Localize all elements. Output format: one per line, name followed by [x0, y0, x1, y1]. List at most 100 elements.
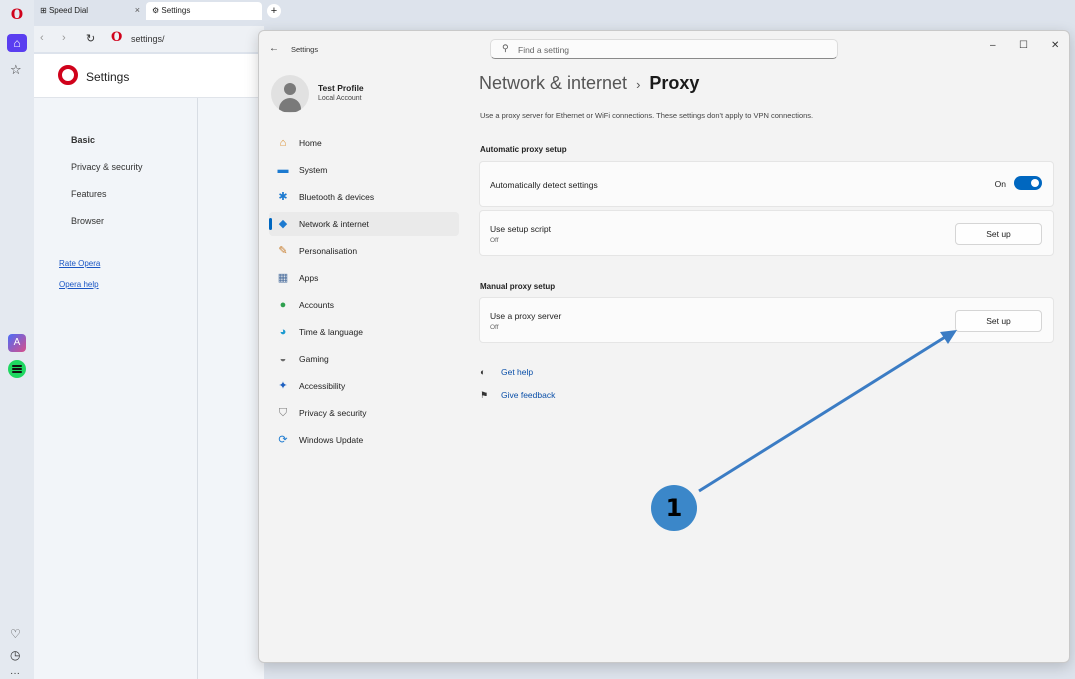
more-icon[interactable]: ···: [10, 668, 20, 679]
toggle-state-text: On: [994, 179, 1006, 189]
accessibility-icon: ✦: [278, 380, 288, 392]
wifi-icon: ◆: [278, 218, 288, 230]
opera-sidebar: O ⌂ ☆ A ♡ ◷ ···: [0, 0, 34, 679]
tab-label: Speed Dial: [48, 6, 89, 15]
help-chat-icon: ◐: [480, 367, 486, 377]
back-icon[interactable]: ‹: [40, 32, 44, 44]
avatar[interactable]: [271, 75, 309, 113]
address-input[interactable]: settings/: [131, 34, 165, 44]
setup-script-label: Use setup script: [490, 224, 551, 234]
sidebar-item-accessibility[interactable]: ✦ Accessibility: [269, 374, 459, 398]
section-title-automatic: Automatic proxy setup: [480, 145, 567, 154]
sidebar-item-label: Home: [299, 138, 322, 148]
nav-basic[interactable]: Basic: [71, 135, 95, 145]
opera-settings-nav: Basic Privacy & security Features Browse…: [34, 98, 198, 679]
sidebar-item-apps[interactable]: ▦ Apps: [269, 266, 459, 290]
home-icon: ⌂: [279, 137, 287, 149]
gear-icon: ⚙: [152, 6, 160, 15]
minimize-icon[interactable]: –: [990, 40, 996, 51]
search-input[interactable]: ⚲ Find a setting: [490, 39, 838, 59]
sidebar-item-privacy[interactable]: ⛉ Privacy & security: [269, 401, 459, 425]
sidebar-item-accounts[interactable]: ● Accounts: [269, 293, 459, 317]
breadcrumb: Network & internet › Proxy: [479, 73, 699, 94]
setup-script-state: Off: [490, 237, 499, 244]
sidebar-item-gaming[interactable]: ◒ Gaming: [269, 347, 459, 371]
rate-opera-link[interactable]: Rate Opera: [59, 259, 100, 268]
page-description: Use a proxy server for Ethernet or WiFi …: [480, 111, 814, 120]
setup-script-card: Use setup script Off Set up: [479, 210, 1054, 256]
sidebar-item-label: Accessibility: [299, 381, 346, 391]
sidebar-item-label: Gaming: [299, 354, 329, 364]
sidebar-item-label: Bluetooth & devices: [299, 192, 375, 202]
search-icon: ⚲: [502, 43, 509, 53]
opera-logo-icon: O: [111, 30, 123, 45]
sidebar-item-network[interactable]: ◆ Network & internet: [269, 212, 459, 236]
opera-logo-icon: [58, 65, 78, 85]
address-bar: ‹ › ↻ O settings/: [34, 26, 264, 52]
sidebar-item-label: Personalisation: [299, 246, 358, 256]
proxy-server-state: Off: [490, 324, 499, 331]
auto-detect-toggle[interactable]: [1014, 176, 1042, 190]
search-placeholder: Find a setting: [518, 45, 570, 55]
bluetooth-icon: ✱: [278, 191, 288, 203]
gamepad-icon: ◒: [279, 353, 287, 365]
tab-strip: ⊞ Speed Dial × ⚙ Settings +: [34, 0, 1075, 22]
forward-icon[interactable]: ›: [62, 32, 66, 44]
history-icon[interactable]: ◷: [10, 648, 20, 662]
nav-browser[interactable]: Browser: [71, 216, 104, 226]
brush-icon: ✎: [278, 245, 288, 257]
maximize-icon[interactable]: ☐: [1019, 40, 1028, 51]
opera-logo-icon[interactable]: O: [9, 7, 25, 23]
give-feedback-label: Give feedback: [501, 390, 556, 400]
opera-help-link[interactable]: Opera help: [59, 280, 99, 289]
give-feedback-link[interactable]: ⚑ Give feedback: [480, 390, 555, 401]
back-arrow-icon[interactable]: ←: [269, 43, 279, 54]
sidebar-item-label: Network & internet: [299, 219, 369, 229]
get-help-link[interactable]: ◐ Get help: [480, 367, 533, 377]
person-icon: ●: [279, 299, 287, 311]
sidebar-item-system[interactable]: ▬ System: [269, 158, 459, 182]
windows-settings-window: ← Settings ⚲ Find a setting – ☐ ✕ Test P…: [258, 30, 1070, 663]
proxy-setup-button[interactable]: Set up: [955, 310, 1042, 332]
section-title-manual: Manual proxy setup: [480, 282, 556, 291]
nav-features[interactable]: Features: [71, 189, 107, 199]
spotify-icon[interactable]: [8, 360, 26, 378]
opera-settings-page: Settings Basic Privacy & security Featur…: [34, 54, 264, 679]
sidebar-item-personalisation[interactable]: ✎ Personalisation: [269, 239, 459, 263]
sidebar-item-time-language[interactable]: ◕ Time & language: [269, 320, 459, 344]
tab-speed-dial[interactable]: ⊞ Speed Dial ×: [34, 2, 146, 20]
heart-icon[interactable]: ♡: [10, 627, 21, 641]
tab-settings[interactable]: ⚙ Settings: [146, 2, 262, 20]
aria-app-icon[interactable]: A: [8, 334, 26, 352]
tab-label: Settings: [161, 6, 191, 15]
profile-account-type: Local Account: [318, 95, 362, 102]
step-number-badge: 1: [651, 485, 697, 531]
sidebar-item-label: Accounts: [299, 300, 334, 310]
sidebar-item-bluetooth[interactable]: ✱ Bluetooth & devices: [269, 185, 459, 209]
star-icon[interactable]: ☆: [10, 62, 22, 78]
update-icon: ⟳: [278, 434, 288, 446]
shield-icon: ⛉: [278, 407, 288, 419]
page-title: Settings: [86, 70, 130, 84]
proxy-server-label: Use a proxy server: [490, 311, 562, 321]
sidebar-item-home[interactable]: ⌂ Home: [269, 131, 459, 155]
breadcrumb-parent[interactable]: Network & internet: [479, 73, 627, 93]
sidebar-item-windows-update[interactable]: ⟳ Windows Update: [269, 428, 459, 452]
window-title: Settings: [291, 45, 319, 54]
page-title: Proxy: [649, 73, 700, 93]
new-tab-button[interactable]: +: [267, 4, 281, 18]
close-icon[interactable]: ✕: [1051, 40, 1059, 51]
reload-icon[interactable]: ↻: [86, 32, 95, 45]
setup-script-button[interactable]: Set up: [955, 223, 1042, 245]
globe-icon: ◕: [279, 326, 287, 338]
close-icon[interactable]: ×: [135, 5, 140, 15]
chevron-right-icon: ›: [636, 77, 641, 92]
get-help-label: Get help: [501, 367, 534, 377]
sidebar-item-label: Apps: [299, 273, 319, 283]
monitor-icon: ▬: [277, 164, 289, 176]
home-icon[interactable]: ⌂: [7, 34, 27, 52]
auto-detect-label: Automatically detect settings: [490, 180, 598, 190]
profile-name: Test Profile: [318, 83, 364, 93]
sidebar-item-label: Windows Update: [299, 435, 364, 445]
nav-privacy-security[interactable]: Privacy & security: [71, 162, 143, 172]
